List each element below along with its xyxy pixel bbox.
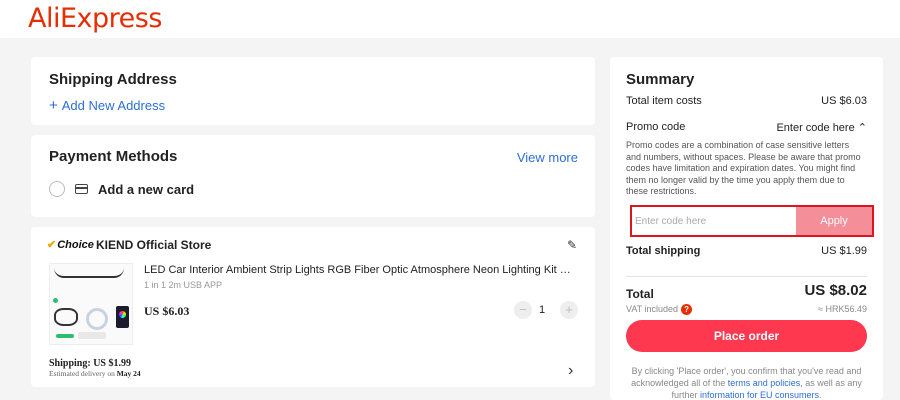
vat-converted-value: ≈ HRK56.49 — [818, 304, 867, 314]
apply-button[interactable]: Apply — [796, 207, 872, 235]
credit-card-icon — [75, 184, 88, 194]
product-title[interactable]: LED Car Interior Ambient Strip Lights RG… — [144, 264, 579, 276]
terms-and-policies-link[interactable]: terms and policies — [728, 378, 801, 388]
product-image[interactable] — [49, 263, 133, 345]
product-price: US $6.03 — [144, 304, 190, 318]
total-shipping-value: US $1.99 — [821, 245, 867, 257]
quantity-increase-button[interactable]: + — [560, 301, 578, 319]
legal-notice: By clicking 'Place order', you confirm t… — [631, 366, 862, 400]
product-image-ring — [86, 308, 108, 330]
product-image-cable — [54, 308, 78, 326]
add-new-address-label: Add New Address — [61, 98, 166, 113]
store-name[interactable]: KIEND Official Store — [96, 238, 211, 252]
item-shipping-cost: Shipping: US $1.99 — [49, 358, 131, 369]
vat-included: VAT included? — [626, 304, 693, 315]
item-costs-value: US $6.03 — [821, 95, 867, 107]
quantity-decrease-button[interactable]: − — [514, 301, 532, 319]
summary-divider — [626, 276, 867, 277]
total-shipping-label: Total shipping — [626, 245, 701, 257]
add-card-radio[interactable] — [49, 181, 65, 197]
promo-code-toggle[interactable]: Enter code here ⌃ — [776, 121, 867, 134]
edit-icon[interactable]: ✎ — [567, 238, 577, 252]
promo-code-row: Promo code Enter code here ⌃ — [626, 121, 867, 134]
add-new-card-label[interactable]: Add a new card — [98, 182, 194, 197]
promo-code-box: Apply — [630, 205, 874, 237]
choice-badge: ✔Choice — [47, 238, 94, 251]
shipping-row: Total shipping US $1.99 — [626, 245, 867, 257]
total-label: Total — [626, 287, 654, 301]
promo-code-description: Promo codes are a combination of case se… — [626, 140, 861, 196]
total-value: US $8.02 — [804, 282, 867, 299]
product-variant: 1 in 1 2m USB APP — [144, 280, 223, 290]
add-new-address-link[interactable]: + Add New Address — [49, 97, 165, 114]
checkmark-icon: ✔ — [47, 239, 57, 251]
payment-methods-card: Payment Methods View more Add a new card — [31, 135, 595, 217]
chevron-up-icon: ⌃ — [857, 122, 867, 134]
view-more-link[interactable]: View more — [517, 150, 578, 165]
item-costs-label: Total item costs — [626, 95, 702, 107]
chevron-right-icon[interactable]: › — [568, 362, 573, 380]
top-bar: AliExpress — [0, 0, 900, 38]
quantity-value: 1 — [539, 304, 546, 316]
aliexpress-logo[interactable]: AliExpress — [28, 3, 162, 34]
product-image-phone — [116, 306, 129, 328]
shipping-address-title: Shipping Address — [49, 71, 177, 88]
shipping-address-card: Shipping Address + Add New Address — [31, 57, 595, 125]
summary-title: Summary — [626, 71, 695, 88]
product-image-strip — [54, 268, 124, 278]
plus-icon: + — [49, 97, 58, 114]
place-order-button[interactable]: Place order — [626, 320, 867, 352]
order-item-card: ✔Choice KIEND Official Store ✎ LED Car I… — [31, 227, 595, 387]
estimated-delivery: Estimated delivery on May 24 — [49, 369, 141, 378]
choice-badge-label: Choice — [57, 239, 94, 251]
promo-code-input[interactable] — [632, 207, 796, 235]
payment-methods-title: Payment Methods — [49, 148, 178, 165]
eu-consumers-info-link[interactable]: information for EU consumers — [700, 390, 819, 400]
item-costs-row: Total item costs US $6.03 — [626, 95, 867, 107]
summary-card: Summary Total item costs US $6.03 Promo … — [610, 57, 883, 400]
question-icon[interactable]: ? — [681, 304, 693, 315]
promo-code-label: Promo code — [626, 121, 686, 133]
